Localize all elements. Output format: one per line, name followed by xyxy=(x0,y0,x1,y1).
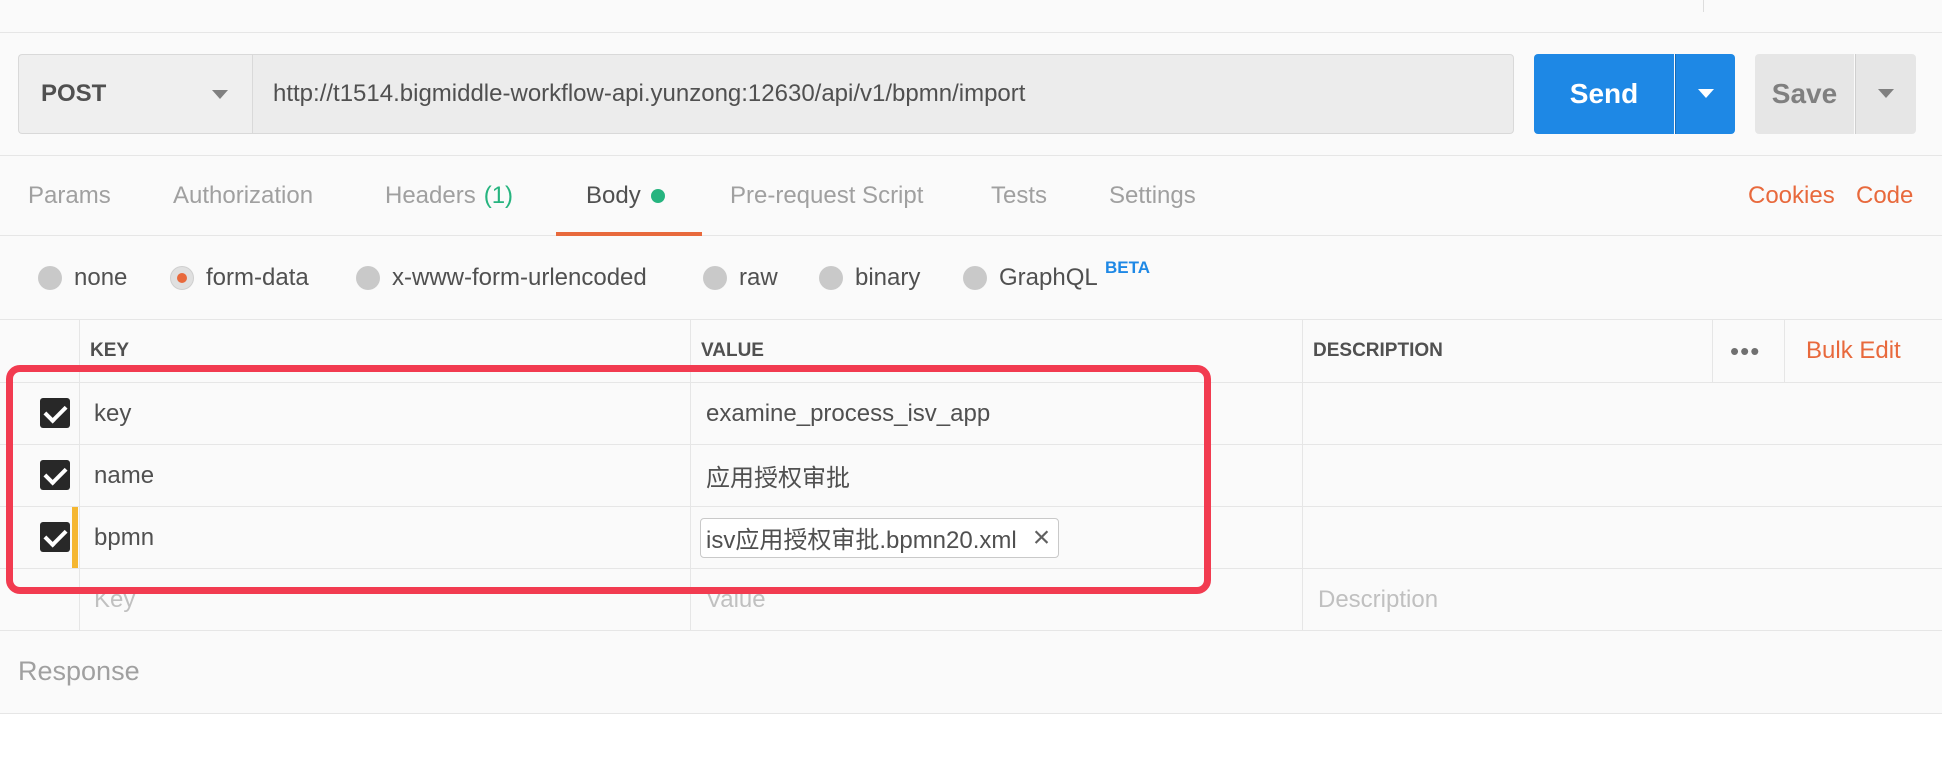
column-divider xyxy=(690,507,691,568)
radio-label: GraphQL xyxy=(999,264,1098,291)
header-key: KEY xyxy=(90,340,130,361)
bulk-edit-link[interactable]: Bulk Edit xyxy=(1806,320,1901,382)
beta-badge: BETA xyxy=(1105,258,1151,277)
chevron-down-icon xyxy=(1878,89,1894,98)
new-key-input[interactable]: Key xyxy=(94,569,135,630)
column-divider xyxy=(1784,320,1785,382)
radio-selected-icon xyxy=(170,266,194,290)
url-input[interactable]: http://t1514.bigmiddle-workflow-api.yunz… xyxy=(252,54,1514,134)
tab-label: Headers xyxy=(385,182,476,209)
tab-authorization[interactable]: Authorization xyxy=(173,156,313,236)
body-type-radios: none form-data x-www-form-urlencoded raw… xyxy=(0,236,1942,320)
send-button[interactable]: Send xyxy=(1534,54,1674,134)
request-bar: POST http://t1514.bigmiddle-workflow-api… xyxy=(18,54,1918,134)
radio-x-www-form-urlencoded[interactable]: x-www-form-urlencoded xyxy=(356,236,647,320)
tab-params[interactable]: Params xyxy=(28,156,111,236)
response-label: Response xyxy=(18,656,140,686)
save-button[interactable]: Save xyxy=(1755,54,1854,134)
radio-label: binary xyxy=(855,264,921,291)
row-key[interactable]: name xyxy=(94,445,154,506)
radio-label: x-www-form-urlencoded xyxy=(392,264,647,291)
header-value: VALUE xyxy=(701,340,764,361)
column-divider xyxy=(1712,320,1713,382)
table-row: key examine_process_isv_app xyxy=(0,383,1942,445)
column-divider xyxy=(79,507,80,568)
column-divider xyxy=(690,569,691,630)
column-divider xyxy=(79,320,80,382)
column-divider xyxy=(1302,445,1303,506)
more-options-icon[interactable]: ••• xyxy=(1730,320,1760,382)
radio-binary[interactable]: binary xyxy=(819,236,920,320)
radio-label: none xyxy=(74,264,128,291)
tab-label: Authorization xyxy=(173,182,314,209)
request-tabs: Params Authorization Headers (1) Body Pr… xyxy=(0,156,1942,236)
tab-tests[interactable]: Tests xyxy=(991,156,1047,236)
column-divider xyxy=(1302,569,1303,630)
row-key[interactable]: key xyxy=(94,383,131,444)
column-divider xyxy=(79,569,80,630)
row-value[interactable]: examine_process_isv_app xyxy=(706,383,990,444)
method-label: POST xyxy=(41,80,107,107)
send-options-button[interactable] xyxy=(1675,54,1735,134)
tab-label: Settings xyxy=(1109,182,1196,209)
close-icon[interactable]: × xyxy=(1033,522,1055,553)
tab-pre-request-script[interactable]: Pre-request Script xyxy=(730,156,923,236)
headers-count-badge: (1) xyxy=(483,182,514,209)
tab-label: Pre-request Script xyxy=(730,182,924,209)
radio-icon xyxy=(356,266,380,290)
table-row: name 应用授权审批 xyxy=(0,445,1942,507)
column-divider xyxy=(79,445,80,506)
radio-icon xyxy=(703,266,727,290)
table-row: bpmn isv应用授权审批.bpmn20.xml × xyxy=(0,507,1942,569)
new-value-input[interactable]: Value xyxy=(706,569,766,630)
table-header-row: KEY VALUE DESCRIPTION ••• Bulk Edit xyxy=(0,320,1942,383)
new-description-input[interactable]: Description xyxy=(1318,569,1438,630)
row-active-marker xyxy=(72,507,78,568)
response-body xyxy=(0,714,1942,764)
row-checkbox[interactable] xyxy=(40,398,70,428)
row-key[interactable]: bpmn xyxy=(94,507,154,568)
top-divider xyxy=(1703,0,1704,12)
radio-icon xyxy=(819,266,843,290)
row-checkbox[interactable] xyxy=(40,522,70,552)
column-divider xyxy=(1302,320,1303,382)
code-link[interactable]: Code xyxy=(1856,156,1913,236)
row-checkbox[interactable] xyxy=(40,460,70,490)
header-description: DESCRIPTION xyxy=(1313,340,1443,361)
tab-settings[interactable]: Settings xyxy=(1109,156,1196,236)
form-data-table: KEY VALUE DESCRIPTION ••• Bulk Edit key … xyxy=(0,320,1942,631)
radio-form-data[interactable]: form-data xyxy=(170,236,309,320)
tab-body[interactable]: Body xyxy=(556,156,702,236)
chevron-down-icon xyxy=(1698,89,1714,98)
radio-graphql[interactable]: GraphQL xyxy=(963,236,1098,320)
column-divider xyxy=(1302,383,1303,444)
radio-label: form-data xyxy=(206,264,309,291)
table-row-empty: Key Value Description xyxy=(0,569,1942,631)
radio-none[interactable]: none xyxy=(38,236,127,320)
row-value: isv应用授权审批.bpmn20.xml × xyxy=(700,507,1060,568)
radio-raw[interactable]: raw xyxy=(703,236,778,320)
file-chip: isv应用授权审批.bpmn20.xml × xyxy=(700,517,1060,558)
column-divider xyxy=(690,383,691,444)
method-select[interactable]: POST xyxy=(18,54,252,134)
column-divider xyxy=(79,383,80,444)
radio-label: raw xyxy=(739,264,778,291)
file-name: isv应用授权审批.bpmn20.xml xyxy=(706,527,1017,554)
response-section: Response xyxy=(0,632,1942,714)
tab-headers[interactable]: Headers (1) xyxy=(385,156,513,236)
radio-icon xyxy=(38,266,62,290)
column-divider xyxy=(690,445,691,506)
row-value[interactable]: 应用授权审批 xyxy=(706,445,850,506)
chevron-down-icon xyxy=(212,90,228,99)
tab-label: Body xyxy=(586,182,641,209)
radio-icon xyxy=(963,266,987,290)
top-strip xyxy=(0,0,1942,33)
cookies-link[interactable]: Cookies xyxy=(1748,156,1835,236)
body-status-dot-icon xyxy=(650,189,665,203)
tab-label: Tests xyxy=(991,182,1048,209)
save-options-button[interactable] xyxy=(1855,54,1916,134)
column-divider xyxy=(1302,507,1303,568)
tab-label: Params xyxy=(28,182,111,209)
column-divider xyxy=(690,320,691,382)
